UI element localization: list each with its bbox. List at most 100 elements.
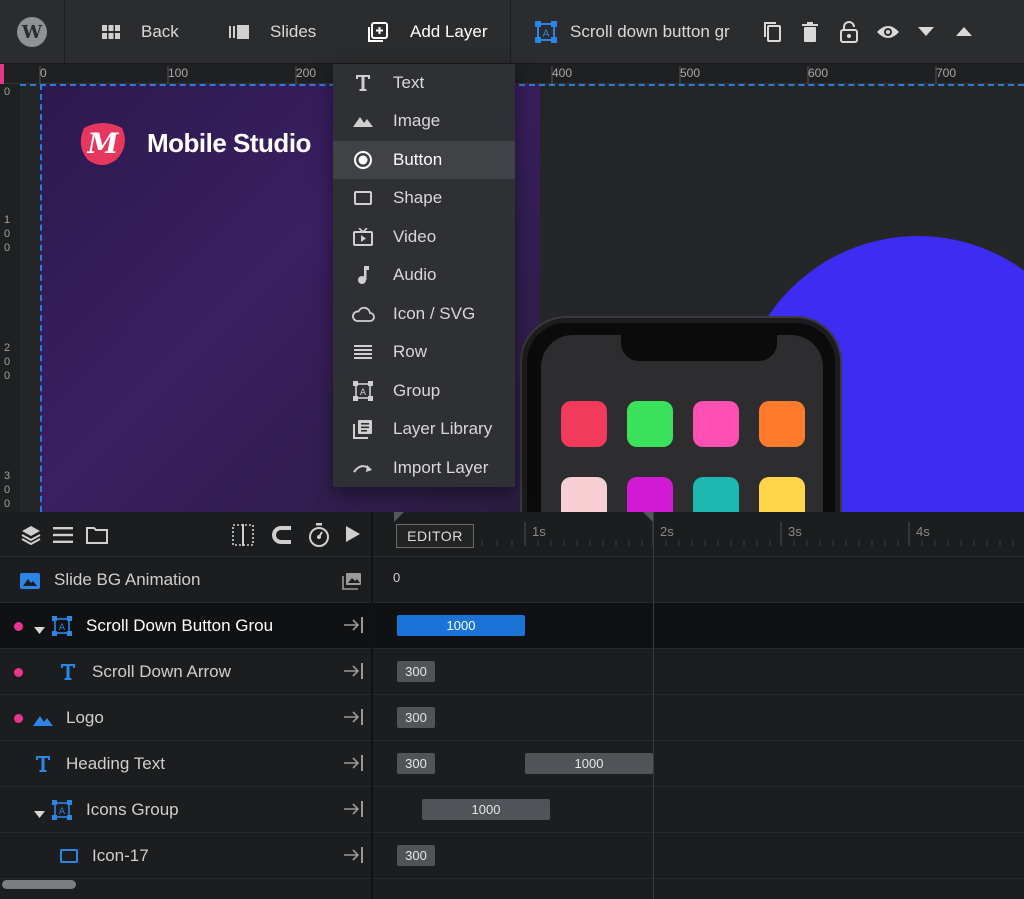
menu-item-button[interactable]: Button bbox=[333, 141, 515, 179]
align-end-icon[interactable] bbox=[344, 663, 364, 681]
folder-icon[interactable] bbox=[86, 526, 108, 549]
guide-line-horizontal[interactable] bbox=[20, 84, 1024, 86]
menu-item-label: Button bbox=[393, 150, 443, 169]
align-icon[interactable] bbox=[232, 524, 254, 551]
grid-icon bbox=[100, 25, 122, 39]
ruler-label: 0 bbox=[4, 498, 11, 510]
ruler-label: 1 bbox=[4, 214, 11, 226]
align-end-icon[interactable] bbox=[344, 709, 364, 727]
move-up-button[interactable] bbox=[956, 0, 972, 64]
gallery-icon[interactable] bbox=[342, 572, 362, 595]
menu-item-label: Shape bbox=[393, 188, 443, 207]
magnet-icon[interactable] bbox=[272, 525, 292, 550]
align-end-icon[interactable] bbox=[344, 847, 364, 865]
app-icon[interactable] bbox=[759, 477, 805, 512]
phone-notch bbox=[621, 335, 777, 361]
cloud-icon bbox=[333, 306, 393, 322]
group-icon: A bbox=[52, 800, 72, 825]
group-icon: A bbox=[52, 616, 72, 641]
align-end-icon[interactable] bbox=[344, 755, 364, 773]
menu-item-label: Image bbox=[393, 111, 441, 130]
layer-row-logo[interactable]: Logo 300 bbox=[0, 695, 1024, 741]
app-icon[interactable] bbox=[693, 401, 739, 447]
delete-button[interactable] bbox=[802, 0, 818, 64]
shape-icon bbox=[60, 849, 78, 868]
slides-button[interactable]: Slides bbox=[228, 0, 316, 64]
timeline-bar[interactable]: 300 bbox=[397, 661, 435, 682]
eye-icon bbox=[876, 24, 900, 40]
menu-item-video[interactable]: Video bbox=[333, 218, 515, 256]
layer-row-scroll-down-arrow[interactable]: Scroll Down Arrow 300 bbox=[0, 649, 1024, 695]
app-icon[interactable] bbox=[627, 401, 673, 447]
ruler-label: 400 bbox=[552, 66, 573, 80]
lock-button[interactable] bbox=[840, 0, 858, 64]
timeline-bar[interactable]: 300 bbox=[397, 845, 435, 866]
svg-text:A: A bbox=[59, 623, 66, 633]
layer-row-icon-17[interactable]: Icon-17 300 bbox=[0, 833, 1024, 879]
align-end-icon[interactable] bbox=[344, 801, 364, 819]
slide-canvas[interactable]: M Mobile Studio bbox=[20, 84, 1024, 512]
menu-item-audio[interactable]: Audio bbox=[333, 256, 515, 294]
timeline-second-label: 4s bbox=[916, 524, 930, 539]
menu-item-import-layer[interactable]: Import Layer bbox=[333, 449, 515, 487]
move-down-button[interactable] bbox=[918, 0, 934, 64]
menu-item-layer-library[interactable]: Layer Library bbox=[333, 410, 515, 448]
wordpress-logo-icon[interactable]: W bbox=[17, 17, 47, 47]
caret-down-icon[interactable] bbox=[34, 806, 45, 824]
ruler-label: 700 bbox=[936, 66, 957, 80]
timeline-bar[interactable]: 1000 bbox=[397, 615, 525, 636]
timeline-bar[interactable]: 300 bbox=[397, 707, 435, 728]
align-end-icon[interactable] bbox=[344, 617, 364, 635]
logo-text[interactable]: Mobile Studio bbox=[147, 128, 311, 159]
bg-start-label: 0 bbox=[393, 570, 401, 585]
layer-row-icons-group[interactable]: A Icons Group 1000 bbox=[0, 787, 1024, 833]
menu-item-text[interactable]: Text bbox=[333, 64, 515, 102]
app-icon[interactable] bbox=[693, 477, 739, 512]
timeline-bar[interactable]: 1000 bbox=[525, 753, 653, 774]
mobile-studio-logo-icon[interactable]: M bbox=[78, 120, 128, 166]
menu-item-group[interactable]: A Group bbox=[333, 372, 515, 410]
horizontal-scrollbar[interactable] bbox=[2, 880, 76, 889]
app-icon[interactable] bbox=[627, 477, 673, 512]
timeline-bar[interactable]: 300 bbox=[397, 753, 435, 774]
menu-item-label: Import Layer bbox=[393, 458, 489, 477]
add-layer-label: Add Layer bbox=[410, 22, 488, 41]
menu-item-row[interactable]: Row bbox=[333, 333, 515, 371]
menu-item-label: Group bbox=[393, 381, 441, 400]
editor-tab[interactable]: EDITOR bbox=[396, 524, 474, 548]
caret-down-icon[interactable] bbox=[34, 622, 45, 640]
phone-mockup[interactable] bbox=[522, 318, 840, 512]
selected-layer-name[interactable]: A Scroll down button gr bbox=[535, 0, 740, 64]
layer-row-scroll-down-button-group[interactable]: A Scroll Down Button Grou 1000 bbox=[0, 603, 1024, 649]
menu-item-image[interactable]: Image bbox=[333, 102, 515, 140]
shape-icon bbox=[333, 191, 393, 205]
visibility-button[interactable] bbox=[876, 0, 900, 64]
ruler-label: 0 bbox=[4, 86, 11, 98]
stopwatch-icon[interactable] bbox=[308, 523, 330, 552]
add-layer-button[interactable]: Add Layer bbox=[367, 0, 488, 64]
layers-stack-icon[interactable] bbox=[21, 525, 41, 550]
ruler-label: 0 bbox=[4, 370, 11, 382]
menu-item-icon-svg[interactable]: Icon / SVG bbox=[333, 295, 515, 333]
app-icon[interactable] bbox=[561, 477, 607, 512]
back-button[interactable]: Back bbox=[100, 0, 179, 64]
guide-line-vertical[interactable] bbox=[40, 84, 42, 512]
layer-row-heading-text[interactable]: Heading Text 300 1000 bbox=[0, 741, 1024, 787]
layer-row-slide-bg[interactable]: Slide BG Animation 0 bbox=[0, 557, 1024, 603]
panel-divider[interactable] bbox=[371, 512, 373, 899]
list-view-icon[interactable] bbox=[53, 527, 73, 548]
text-icon bbox=[36, 756, 50, 777]
menu-item-label: Text bbox=[393, 73, 425, 92]
svg-text:A: A bbox=[543, 29, 550, 40]
app-icon[interactable] bbox=[759, 401, 805, 447]
logo-mark-letter: M bbox=[87, 127, 120, 160]
layer-name: Scroll Down Arrow bbox=[92, 662, 231, 681]
ruler-label: 500 bbox=[680, 66, 701, 80]
app-icon[interactable] bbox=[561, 401, 607, 447]
menu-item-shape[interactable]: Shape bbox=[333, 179, 515, 217]
timeline-bar[interactable]: 1000 bbox=[422, 799, 550, 820]
play-icon[interactable] bbox=[346, 526, 360, 547]
duplicate-button[interactable] bbox=[762, 0, 782, 64]
text-icon bbox=[333, 75, 393, 91]
timeline-playhead[interactable] bbox=[653, 512, 654, 899]
